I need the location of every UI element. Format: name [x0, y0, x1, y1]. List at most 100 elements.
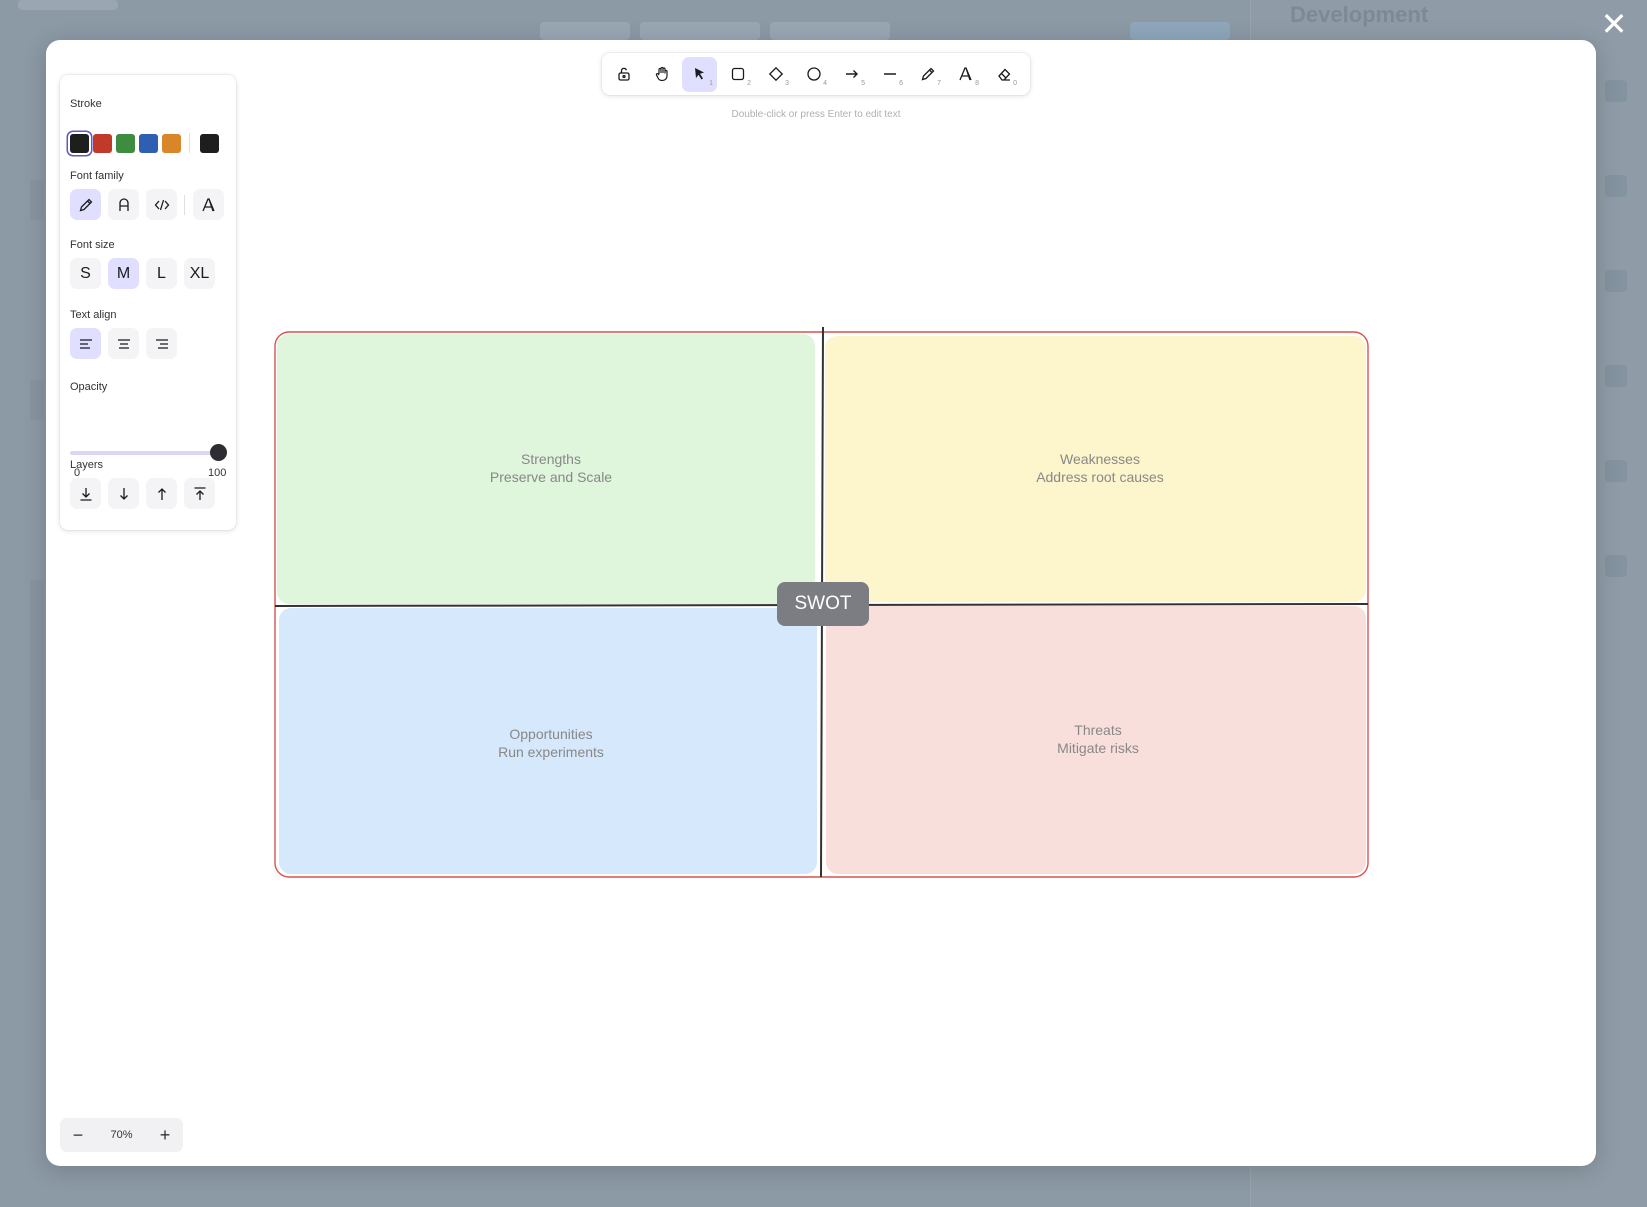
zoom-in-button[interactable]: +	[147, 1118, 183, 1152]
opacity-slider-track[interactable]	[70, 451, 216, 455]
font-size-row: S M L XL	[70, 258, 222, 289]
tool-arrow[interactable]: 5	[834, 57, 869, 92]
hand-icon	[655, 66, 668, 82]
threats-label: Threats Mitigate risks	[1057, 722, 1139, 756]
eraser-icon	[997, 68, 1010, 81]
stroke-swatch-black[interactable]	[70, 133, 89, 153]
send-to-back-icon	[80, 487, 91, 501]
font-normal-icon	[118, 197, 129, 211]
tool-hand[interactable]	[644, 57, 679, 92]
bring-to-front-button[interactable]	[184, 478, 215, 509]
properties-panel: Stroke Font family Font size S M L XL Te…	[60, 75, 236, 530]
align-center-icon	[117, 338, 130, 349]
diamond-icon	[768, 66, 783, 82]
tool-shortcut-key: 2	[747, 79, 751, 87]
tool-shortcut-key: 0	[1013, 79, 1017, 87]
strengths-label: Strengths Preserve and Scale	[489, 451, 613, 485]
send-to-back-button[interactable]	[70, 478, 101, 509]
pencil-icon	[921, 67, 934, 81]
layers-row	[70, 478, 222, 509]
background-icon	[1605, 460, 1627, 482]
line-icon	[883, 73, 896, 75]
tool-shortcut-key: 6	[899, 79, 903, 87]
text-align-label: Text align	[70, 309, 117, 321]
tool-diamond[interactable]: 3	[758, 57, 793, 92]
background-tab	[770, 22, 890, 40]
tool-lock[interactable]	[606, 57, 641, 92]
font-hand-drawn-button[interactable]	[70, 189, 101, 220]
align-right-button[interactable]	[146, 328, 177, 359]
zoom-control: − 70% +	[60, 1118, 183, 1152]
tool-rectangle[interactable]: 2	[720, 57, 755, 92]
zoom-level[interactable]: 70%	[96, 1129, 147, 1141]
opacity-slider-thumb[interactable]	[210, 444, 227, 461]
font-size-xl-button[interactable]: XL	[184, 258, 215, 289]
rectangle-icon	[731, 67, 744, 81]
arrow-up-icon	[157, 487, 166, 500]
tool-draw[interactable]: 7	[910, 57, 945, 92]
pointer-icon	[694, 68, 704, 80]
close-icon[interactable]: ✕	[1598, 8, 1630, 40]
send-backward-button[interactable]	[108, 478, 139, 509]
stroke-swatch-red[interactable]	[93, 133, 112, 153]
stroke-swatch-green[interactable]	[116, 133, 135, 153]
opportunities-label: Opportunities Run experiments	[498, 726, 604, 760]
tool-ellipse[interactable]: 4	[796, 57, 831, 92]
tool-text[interactable]: 8	[948, 57, 983, 92]
align-right-icon	[155, 338, 168, 349]
tool-line[interactable]: 6	[872, 57, 907, 92]
background-strip	[30, 580, 44, 800]
background-icon	[1605, 555, 1627, 577]
tool-selection[interactable]: 1	[682, 56, 717, 92]
ellipse-icon	[806, 67, 821, 81]
weaknesses-label: Weaknesses Address root causes	[1036, 451, 1164, 485]
tool-shortcut-key: 5	[861, 79, 865, 87]
font-family-divider	[184, 195, 185, 215]
text-align-row	[70, 328, 184, 359]
whiteboard-modal: Strengths Preserve and Scale Weaknesses …	[46, 40, 1596, 1166]
tool-shortcut-key: 3	[785, 79, 789, 87]
tool-shortcut-key: 7	[937, 79, 941, 87]
arrow-down-icon	[119, 487, 128, 500]
bring-to-front-icon	[194, 486, 205, 500]
bring-forward-button[interactable]	[146, 478, 177, 509]
font-size-small-button[interactable]: S	[70, 258, 101, 289]
tool-shortcut-key: 4	[823, 79, 827, 87]
zoom-out-button[interactable]: −	[60, 1118, 96, 1152]
tool-shortcut-key: 1	[709, 79, 713, 87]
font-more-button[interactable]	[193, 189, 224, 220]
text-icon	[201, 197, 215, 211]
align-left-icon	[79, 338, 92, 349]
swot-center-label[interactable]: SWOT	[777, 582, 869, 626]
pencil-icon	[79, 198, 92, 211]
align-center-button[interactable]	[108, 328, 139, 359]
opacity-label: Opacity	[70, 381, 108, 393]
background-tab	[540, 22, 630, 40]
font-normal-button[interactable]	[108, 189, 139, 220]
font-family-label: Font family	[70, 170, 124, 182]
background-button	[1130, 22, 1230, 40]
background-icon	[1605, 175, 1627, 197]
code-icon	[154, 199, 169, 210]
stroke-swatch-blue[interactable]	[139, 133, 158, 153]
background-strip	[30, 380, 44, 420]
background-icon	[1605, 365, 1627, 387]
swatch-divider	[189, 133, 190, 153]
stroke-swatch-orange[interactable]	[162, 133, 181, 153]
font-size-label: Font size	[70, 239, 115, 251]
background-logo	[18, 0, 118, 10]
arrow-right-icon	[845, 70, 858, 78]
align-left-button[interactable]	[70, 328, 101, 359]
tool-toolbar: 1 2 3 4 5 6 7 8 0	[602, 53, 1030, 95]
lock-open-icon	[617, 67, 630, 81]
tool-shortcut-key: 8	[975, 79, 979, 87]
font-size-medium-button[interactable]: M	[108, 258, 139, 289]
current-stroke-swatch[interactable]	[200, 133, 219, 153]
font-size-large-button[interactable]: L	[146, 258, 177, 289]
font-family-row	[70, 189, 231, 220]
stroke-label: Stroke	[70, 98, 102, 110]
tool-eraser[interactable]: 0	[986, 57, 1021, 92]
font-code-button[interactable]	[146, 189, 177, 220]
layers-label: Layers	[70, 459, 104, 471]
text-icon	[958, 67, 972, 81]
